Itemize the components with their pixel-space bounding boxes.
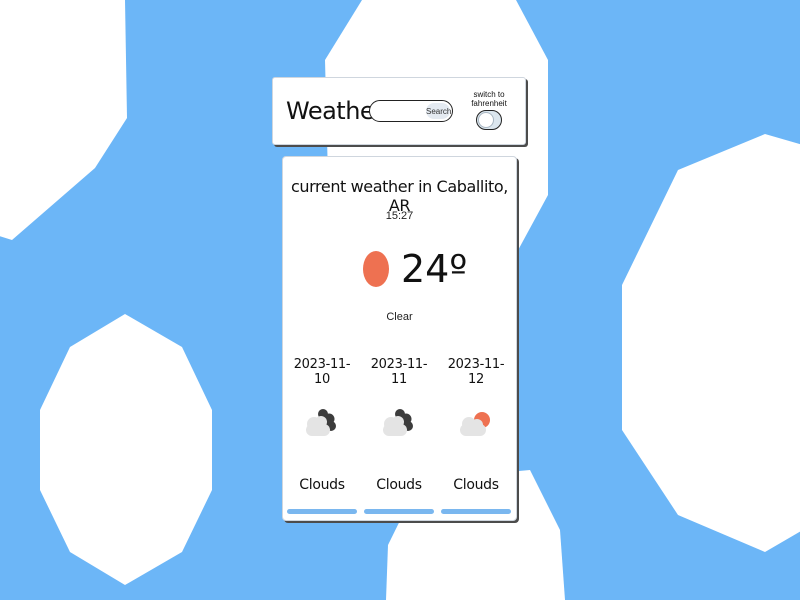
bg-hexagon-right [622,134,800,552]
current-weather-card: current weather in Caballito, AR 15:27 2… [282,156,517,521]
forecast-day: 2023-11-10 Clouds [286,352,358,518]
fahrenheit-toggle[interactable] [476,110,502,130]
temperature-value: 24º [401,247,468,291]
sun-icon [363,251,389,287]
bg-hexagon-left [40,314,212,585]
toggle-knob[interactable] [478,112,494,128]
forecast-condition: Clouds [376,477,422,493]
dark-clouds-icon [306,409,336,436]
forecast-bar [364,509,434,514]
dark-clouds-icon [383,409,413,436]
forecast-bar [287,509,357,514]
current-time: 15:27 [385,210,414,222]
forecast-condition: Clouds [453,477,499,493]
forecast-date: 2023-11-10 [293,357,351,387]
bg-hexagon-top-left [0,0,127,240]
search-card: Weather Search switch to fahrenheit [272,77,526,145]
forecast-bar [441,509,511,514]
current-condition: Clear [386,311,413,323]
forecast-list: 2023-11-10 Clouds 2023-11-11 Clouds 2023… [286,352,515,520]
forecast-date: 2023-11-12 [447,357,505,387]
units-switch-label: switch to fahrenheit [471,90,507,108]
search-button[interactable]: Search [426,103,451,119]
forecast-date: 2023-11-11 [370,357,428,387]
sun-behind-cloud-icon [460,412,490,436]
forecast-condition: Clouds [299,477,345,493]
forecast-day: 2023-11-12 Clouds [440,352,512,518]
units-switch-group: switch to fahrenheit [461,90,517,135]
forecast-day: 2023-11-11 Clouds [363,352,435,518]
search-box: Search [369,100,453,122]
